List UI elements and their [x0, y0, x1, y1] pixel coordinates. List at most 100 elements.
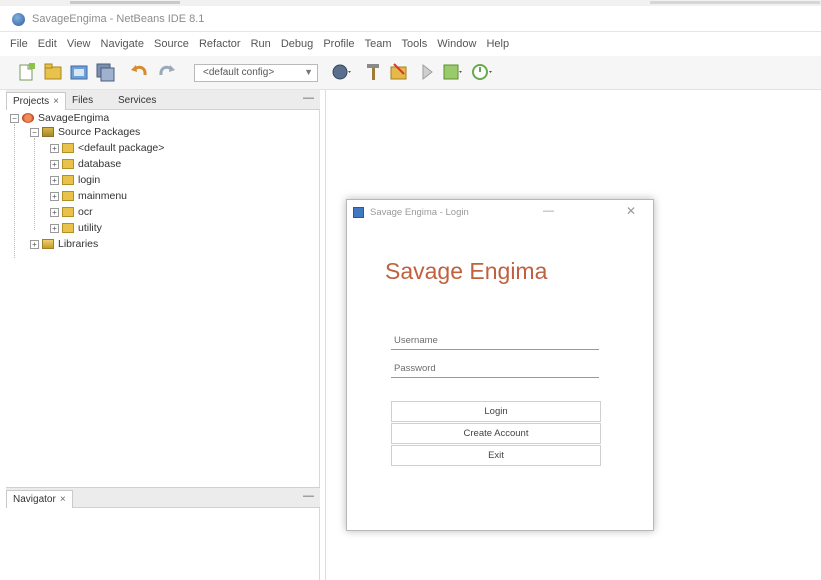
- menu-debug[interactable]: Debug: [281, 38, 313, 50]
- minimize-icon[interactable]: —: [543, 205, 554, 217]
- expand-icon[interactable]: +: [50, 207, 59, 217]
- close-icon[interactable]: ✕: [626, 204, 636, 218]
- close-icon[interactable]: ×: [60, 494, 66, 505]
- menu-refactor[interactable]: Refactor: [199, 38, 241, 50]
- menu-bar: File Edit View Navigate Source Refactor …: [0, 36, 821, 54]
- tree-node-package[interactable]: + <default package>: [50, 142, 164, 156]
- config-select[interactable]: <default config> ▼: [194, 64, 318, 82]
- menu-help[interactable]: Help: [486, 38, 509, 50]
- expand-icon[interactable]: +: [50, 191, 59, 201]
- main-toolbar: <default config> ▼: [0, 56, 821, 90]
- expand-icon[interactable]: +: [50, 175, 59, 185]
- redo-icon[interactable]: [156, 61, 178, 83]
- tree-node-label: Source Packages: [58, 126, 141, 138]
- profile-project-icon[interactable]: [470, 61, 492, 83]
- save-all-icon[interactable]: [94, 61, 116, 83]
- expand-icon[interactable]: +: [50, 159, 59, 169]
- tree-node-package[interactable]: + utility: [50, 222, 102, 236]
- create-account-button[interactable]: Create Account: [391, 423, 601, 444]
- tree-node-label: mainmenu: [78, 190, 128, 202]
- tree-node-label: SavageEngima: [38, 112, 110, 124]
- undo-icon[interactable]: [128, 61, 150, 83]
- tab-projects[interactable]: Projects ×: [6, 92, 66, 110]
- navigator-tab-row: Navigator × —: [6, 488, 320, 508]
- menu-tools[interactable]: Tools: [402, 38, 428, 50]
- window-title: SavageEngima - NetBeans IDE 8.1: [32, 13, 205, 25]
- clean-build-icon[interactable]: [362, 61, 384, 83]
- tree-node-libraries[interactable]: + Libraries: [30, 238, 98, 252]
- tab-navigator-label: Navigator: [13, 494, 56, 505]
- username-input[interactable]: [391, 332, 599, 350]
- libraries-icon: [42, 239, 54, 250]
- expand-icon[interactable]: +: [50, 223, 59, 233]
- expand-icon[interactable]: +: [30, 239, 39, 249]
- tree-node-label: login: [78, 174, 101, 186]
- menu-file[interactable]: File: [10, 38, 28, 50]
- menu-navigate[interactable]: Navigate: [101, 38, 144, 50]
- top-strip-segment: [650, 1, 820, 4]
- menu-source[interactable]: Source: [154, 38, 189, 50]
- chevron-down-icon: ▼: [304, 67, 313, 77]
- package-icon: [62, 159, 74, 170]
- menu-view[interactable]: View: [67, 38, 91, 50]
- tree-node-label: Libraries: [58, 238, 99, 250]
- tree-node-project[interactable]: − SavageEngima: [10, 112, 109, 126]
- editor-divider: [325, 90, 326, 580]
- tree-node-label: database: [78, 158, 122, 170]
- new-project-icon[interactable]: [42, 61, 64, 83]
- ide-title-bar: SavageEngima - NetBeans IDE 8.1: [0, 6, 821, 32]
- tree-node-package[interactable]: + mainmenu: [50, 190, 127, 204]
- tab-projects-label: Projects: [13, 96, 50, 107]
- java-app-icon: [353, 207, 364, 218]
- menu-edit[interactable]: Edit: [38, 38, 57, 50]
- tree-node-package[interactable]: + login: [50, 174, 100, 188]
- login-button[interactable]: Login: [391, 401, 601, 422]
- projects-tab-row: Projects × Files Services —: [6, 90, 320, 110]
- open-project-icon[interactable]: [68, 61, 90, 83]
- expand-icon[interactable]: +: [50, 143, 59, 153]
- menu-team[interactable]: Team: [365, 38, 392, 50]
- menu-profile[interactable]: Profile: [323, 38, 354, 50]
- tree-node-label: utility: [78, 222, 102, 234]
- tree-node-label: ocr: [78, 206, 93, 218]
- tab-services-label: Services: [118, 95, 157, 106]
- run-project-icon[interactable]: [416, 61, 438, 83]
- tree-node-label: <default package>: [78, 142, 165, 154]
- tree-guide: [34, 138, 35, 230]
- globe-icon[interactable]: [330, 61, 352, 83]
- package-icon: [62, 143, 74, 154]
- tab-navigator[interactable]: Navigator ×: [6, 490, 73, 508]
- package-icon: [62, 175, 74, 186]
- build-project-icon[interactable]: [388, 61, 410, 83]
- close-icon[interactable]: ×: [53, 96, 59, 107]
- dialog-title: Savage Engima - Login: [370, 207, 469, 218]
- tree-node-package[interactable]: + ocr: [50, 206, 93, 220]
- package-icon: [62, 191, 74, 202]
- debug-project-icon[interactable]: [440, 61, 462, 83]
- tab-files[interactable]: Files: [66, 92, 99, 110]
- tab-files-label: Files: [72, 95, 94, 106]
- package-icon: [62, 207, 74, 218]
- exit-button[interactable]: Exit: [391, 445, 601, 466]
- package-icon: [62, 223, 74, 234]
- tree-node-package[interactable]: + database: [50, 158, 121, 172]
- source-packages-icon: [42, 127, 54, 138]
- minimize-icon[interactable]: —: [303, 490, 314, 502]
- password-input[interactable]: [391, 360, 599, 378]
- top-strip-segment: [70, 1, 180, 4]
- collapse-icon[interactable]: −: [10, 113, 19, 123]
- tree-node-source-packages[interactable]: − Source Packages: [30, 126, 140, 140]
- project-icon: [22, 113, 34, 124]
- app-brand-title: Savage Engima: [385, 258, 548, 284]
- config-select-value: <default config>: [203, 67, 275, 78]
- netbeans-app-icon: [12, 13, 25, 26]
- login-dialog: Savage Engima - Login — ✕ Savage Engima …: [346, 199, 654, 531]
- menu-run[interactable]: Run: [251, 38, 271, 50]
- collapse-icon[interactable]: −: [30, 127, 39, 137]
- navigator-panel: Navigator × —: [6, 487, 320, 580]
- menu-window[interactable]: Window: [437, 38, 476, 50]
- dialog-title-bar: Savage Engima - Login — ✕: [347, 200, 653, 226]
- new-file-icon[interactable]: [16, 61, 38, 83]
- minimize-icon[interactable]: —: [303, 92, 314, 104]
- tab-services[interactable]: Services: [112, 92, 162, 110]
